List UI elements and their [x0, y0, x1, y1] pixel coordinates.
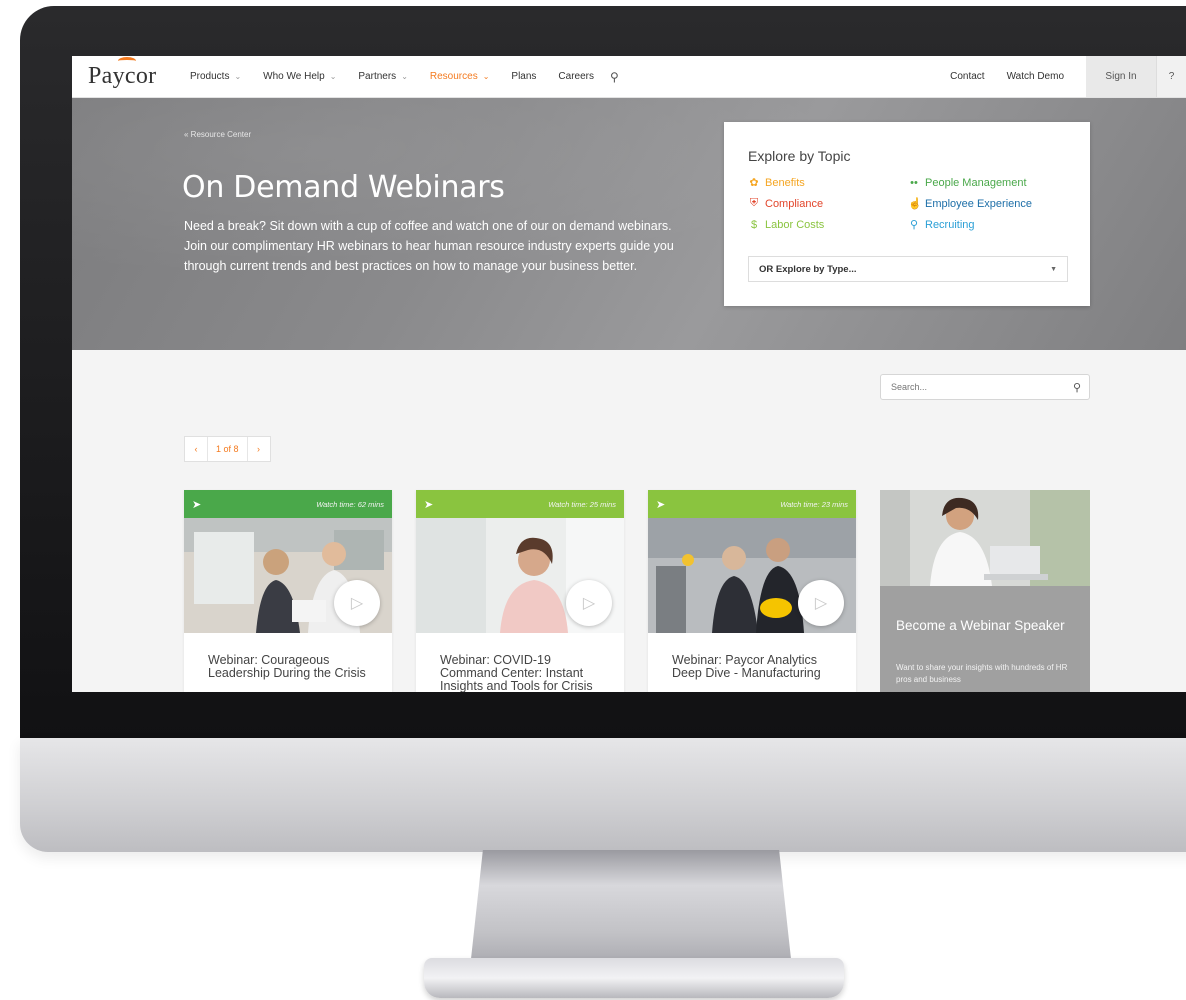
top-navigation: Paycor Products ⌄ Who We Help ⌄ Partners…	[72, 56, 1186, 98]
watch-time: Watch time: 23 mins	[780, 499, 848, 509]
topic-link-benefits[interactable]: ✿ Benefits	[748, 176, 908, 190]
topic-label: Recruiting	[925, 218, 975, 231]
nav-item-partners[interactable]: Partners ⌄	[358, 71, 408, 82]
nav-item-label: Who We Help	[263, 71, 325, 82]
nav-item-label: Plans	[511, 71, 537, 82]
magnifier-icon: ⚲	[909, 219, 919, 231]
next-page-button[interactable]: ›	[248, 444, 270, 454]
topic-label: Compliance	[765, 197, 824, 210]
topic-label: People Management	[925, 176, 1027, 189]
nav-item-label: Products	[190, 71, 230, 82]
chevron-down-icon: ⌄	[482, 72, 490, 81]
paycor-arrow-icon: ➤	[656, 498, 666, 511]
card-header-bar: ➤ Watch time: 23 mins	[648, 490, 856, 518]
nav-item-who-we-help[interactable]: Who We Help ⌄	[263, 71, 336, 82]
page-count: 1 of 8	[207, 437, 248, 461]
nav-item-resources[interactable]: Resources ⌄	[430, 71, 490, 82]
topic-link-compliance[interactable]: ⛨ Compliance	[748, 197, 908, 210]
chevron-down-icon: ⌄	[329, 72, 337, 81]
chevron-down-icon: ⌄	[401, 72, 408, 81]
search-icon[interactable]: ⚲	[610, 70, 619, 84]
topic-label: Benefits	[765, 176, 805, 189]
webinar-card[interactable]: ➤ Watch time: 25 mins ▷ Webinar: COVID-1…	[416, 490, 624, 692]
sign-in-button[interactable]: Sign In	[1086, 56, 1156, 97]
screen: Paycor Products ⌄ Who We Help ⌄ Partners…	[72, 56, 1186, 692]
woman-laptop-photo	[880, 490, 1090, 586]
chevron-down-icon: ⌄	[234, 72, 242, 81]
topic-link-people-management[interactable]: •• People Management	[908, 176, 1068, 189]
people-management-icon: ••	[910, 176, 918, 189]
webinar-card[interactable]: ➤ Watch time: 62 mins ▷ Webinar: Courage…	[184, 490, 392, 692]
caret-down-icon: ▼	[1050, 265, 1057, 273]
watch-time: Watch time: 62 mins	[316, 499, 384, 509]
card-header-bar: ➤ Watch time: 62 mins	[184, 490, 392, 518]
nav-item-label: Partners	[358, 71, 397, 82]
nav-item-label: Careers	[558, 71, 594, 82]
dollar-icon: $	[750, 218, 758, 231]
page-description: Need a break? Sit down with a cup of cof…	[184, 219, 674, 273]
topic-label: Labor Costs	[765, 218, 825, 231]
card-title[interactable]: Webinar: Paycor Analytics Deep Dive - Ma…	[672, 654, 842, 680]
card-title[interactable]: Webinar: Courageous Leadership During th…	[208, 654, 378, 680]
topic-link-recruiting[interactable]: ⚲ Recruiting	[908, 218, 1068, 232]
search-icon[interactable]: ⚲	[1073, 381, 1081, 394]
paycor-arrow-icon: ➤	[424, 498, 434, 511]
nav-item-label: Resources	[429, 71, 478, 82]
topic-heading: Explore by Topic	[748, 148, 851, 164]
page-title: On Demand Webinars	[182, 170, 505, 205]
help-button[interactable]: ?	[1156, 56, 1186, 97]
breadcrumb[interactable]: « Resource Center	[184, 130, 251, 139]
webinar-search: ⚲	[880, 374, 1090, 400]
select-value: OR Explore by Type...	[759, 263, 857, 275]
pagination: ‹ 1 of 8 ›	[184, 436, 271, 462]
watch-time: Watch time: 25 mins	[548, 499, 616, 509]
hero-banner: « Resource Center On Demand Webinars Nee…	[72, 98, 1186, 350]
benefits-icon: ✿	[749, 177, 759, 189]
play-button[interactable]: ▷	[566, 580, 612, 626]
explore-by-topic-panel: Explore by Topic ✿ Benefits •• People Ma…	[724, 122, 1090, 306]
play-button[interactable]: ▷	[334, 580, 380, 626]
topic-link-labor-costs[interactable]: $ Labor Costs	[748, 218, 908, 231]
monitor-stand-base	[424, 958, 844, 998]
nav-right: Contact Watch Demo Sign In ?	[950, 56, 1186, 97]
nav-item-careers[interactable]: Careers	[558, 71, 594, 82]
nav-item-contact[interactable]: Contact	[950, 71, 984, 82]
monitor-stand-neck	[470, 850, 792, 968]
topic-list: ✿ Benefits •• People Management ⛨ Compli…	[748, 176, 1068, 232]
paycor-arrow-icon: ➤	[192, 498, 202, 511]
play-button[interactable]: ▷	[798, 580, 844, 626]
topic-label: Employee Experience	[925, 197, 1033, 210]
primary-nav: Products ⌄ Who We Help ⌄ Partners ⌄ Reso…	[190, 70, 619, 84]
topic-link-employee-experience[interactable]: ☝ Employee Experience	[908, 197, 1068, 211]
prev-page-button[interactable]: ‹	[185, 444, 207, 454]
webinar-card[interactable]: ➤ Watch time: 23 mins ▷ Webinar: Paycor …	[648, 490, 856, 692]
explore-by-type-select[interactable]: OR Explore by Type... ▼	[748, 256, 1068, 282]
search-input[interactable]	[881, 382, 1051, 392]
shield-icon: ⛨	[749, 197, 759, 209]
paycor-logo[interactable]: Paycor	[88, 57, 184, 90]
card-header-bar: ➤ Watch time: 25 mins	[416, 490, 624, 518]
become-speaker-card[interactable]: Become a Webinar Speaker Want to share y…	[880, 490, 1090, 692]
logo-text: Paycor	[88, 63, 157, 89]
nav-item-plans[interactable]: Plans	[511, 71, 536, 82]
logo-swoosh-icon	[118, 57, 136, 65]
card-title[interactable]: Webinar: COVID-19 Command Center: Instan…	[440, 654, 610, 693]
monitor-chin	[20, 738, 1186, 852]
nav-item-products[interactable]: Products ⌄	[190, 71, 241, 82]
speaker-description: Want to share your insights with hundred…	[896, 663, 1068, 684]
speaker-title: Become a Webinar Speaker	[896, 618, 1065, 633]
speaker-photo	[880, 490, 1090, 586]
thumbs-up-icon: ☝	[908, 198, 922, 210]
nav-item-watch-demo[interactable]: Watch Demo	[1007, 71, 1064, 82]
